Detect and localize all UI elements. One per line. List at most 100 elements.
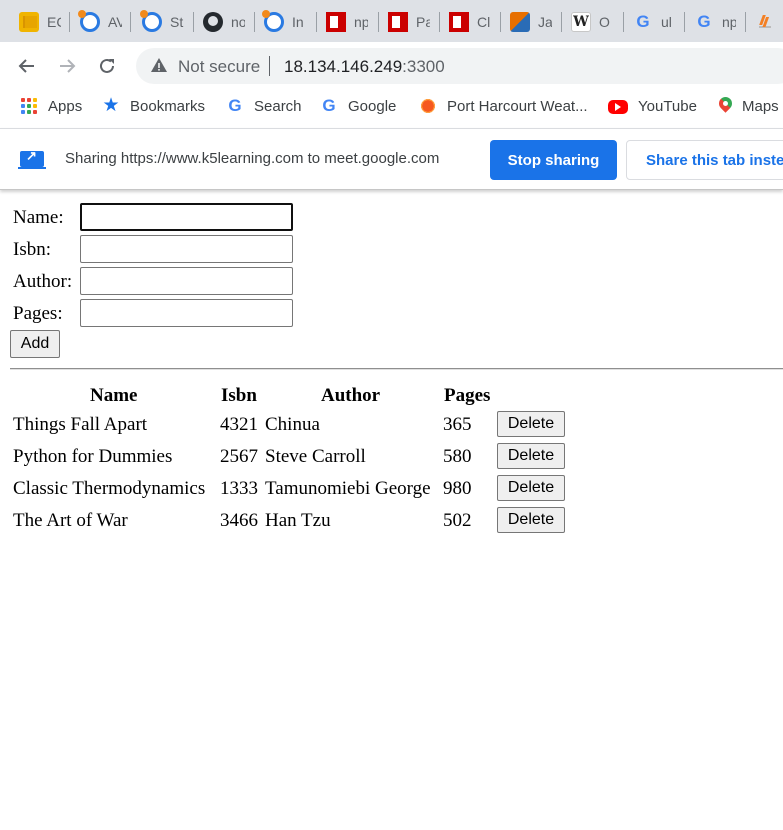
tab-title: EC bbox=[47, 14, 61, 30]
book-name-cell: The Art of War bbox=[13, 510, 128, 531]
column-header-isbn: Isbn bbox=[221, 385, 257, 406]
tab-av[interactable]: AV bbox=[70, 8, 122, 36]
url-text[interactable]: 18.134.146.249:3300 bbox=[284, 57, 445, 77]
tab-google-1[interactable]: G ul bbox=[623, 8, 675, 36]
delete-button[interactable]: Delete bbox=[497, 507, 565, 533]
pages-input[interactable] bbox=[80, 299, 293, 327]
book-pages-cell: 580 bbox=[443, 446, 472, 467]
column-header-author: Author bbox=[321, 385, 381, 406]
pages-label: Pages: bbox=[13, 303, 63, 324]
bookmark-google[interactable]: G Google bbox=[320, 96, 396, 116]
screen-share-icon bbox=[18, 148, 46, 169]
book-isbn-cell: 1333 bbox=[220, 478, 258, 499]
wikipedia-icon: W bbox=[571, 12, 591, 32]
tab-ec[interactable]: EC bbox=[9, 8, 61, 36]
bookmark-label: Bookmarks bbox=[130, 97, 206, 115]
bookmark-bookmarks[interactable]: ★ Bookmarks bbox=[102, 96, 205, 116]
tab-google-2[interactable]: G np bbox=[684, 8, 736, 36]
bookmark-label: YouTube bbox=[638, 97, 697, 115]
tab-in[interactable]: In bbox=[254, 8, 306, 36]
book-isbn-cell: 3466 bbox=[220, 510, 258, 531]
url-port: :3300 bbox=[402, 57, 445, 76]
tab-npm-2[interactable]: Pa bbox=[378, 8, 430, 36]
book-author-cell: Chinua bbox=[265, 414, 320, 435]
tab-title: Cl bbox=[477, 14, 491, 30]
npm-icon bbox=[449, 12, 469, 32]
book-isbn-cell: 2567 bbox=[220, 446, 258, 467]
bookmark-label: Google bbox=[348, 97, 397, 115]
column-header-pages: Pages bbox=[444, 385, 491, 406]
bookmark-maps[interactable]: Maps bbox=[718, 96, 779, 116]
tab-separator bbox=[130, 12, 131, 32]
tab-sharing-bar: Sharing https://www.k5learning.com to me… bbox=[0, 128, 783, 190]
tab-stackoverflow[interactable] bbox=[745, 8, 775, 36]
name-input[interactable] bbox=[80, 203, 293, 231]
book-pages-cell: 365 bbox=[443, 414, 472, 435]
author-input[interactable] bbox=[80, 267, 293, 295]
bookmarks-star-icon: ★ bbox=[102, 95, 120, 116]
tab-npm-3[interactable]: Cl bbox=[439, 8, 491, 36]
tab-title: Ja bbox=[538, 14, 552, 30]
book-pages-cell: 502 bbox=[443, 510, 472, 531]
tab-title: O bbox=[599, 14, 610, 30]
github-icon bbox=[203, 12, 223, 32]
tab-java[interactable]: Ja bbox=[500, 8, 552, 36]
isbn-input[interactable] bbox=[80, 235, 293, 263]
book-name-cell: Classic Thermodynamics bbox=[13, 478, 206, 499]
delete-button[interactable]: Delete bbox=[497, 475, 565, 501]
book-author-cell: Steve Carroll bbox=[265, 446, 366, 467]
java-icon bbox=[510, 12, 530, 32]
google-icon: G bbox=[228, 96, 242, 115]
sharing-message: Sharing https://www.k5learning.com to me… bbox=[65, 150, 440, 167]
reload-icon[interactable] bbox=[92, 51, 122, 81]
ubuntu-icon bbox=[140, 10, 162, 32]
book-isbn-cell: 4321 bbox=[220, 414, 258, 435]
youtube-icon bbox=[608, 100, 628, 114]
ubuntu-icon bbox=[262, 10, 284, 32]
bookmark-weather[interactable]: Port Harcourt Weat... bbox=[419, 96, 588, 116]
share-this-tab-button[interactable]: Share this tab instead bbox=[626, 140, 783, 180]
bookmark-apps[interactable]: Apps bbox=[20, 96, 82, 116]
tab-title: np bbox=[354, 14, 368, 30]
add-button[interactable]: Add bbox=[10, 330, 60, 358]
back-arrow-icon[interactable] bbox=[12, 51, 42, 81]
author-label: Author: bbox=[13, 271, 73, 292]
bookmark-label: Port Harcourt Weat... bbox=[447, 97, 588, 115]
bookmark-search[interactable]: G Search bbox=[226, 96, 301, 116]
tab-strip: EC AV St no In np Pa Cl Ja W O bbox=[0, 0, 783, 42]
warning-triangle-icon[interactable] bbox=[150, 56, 168, 74]
address-bar[interactable]: Not secure 18.134.146.249:3300 bbox=[136, 48, 783, 84]
isbn-label: Isbn: bbox=[13, 239, 51, 260]
bookmarks-bar: Apps ★ Bookmarks G Search G Google Port … bbox=[0, 88, 783, 124]
security-label[interactable]: Not secure bbox=[178, 57, 260, 77]
bookmark-label: Maps bbox=[742, 97, 779, 115]
maps-pin-icon bbox=[718, 97, 732, 115]
tab-st[interactable]: St bbox=[132, 8, 184, 36]
tab-wikipedia[interactable]: W O bbox=[561, 8, 613, 36]
book-name-cell: Things Fall Apart bbox=[13, 414, 148, 435]
ubuntu-icon bbox=[78, 10, 100, 32]
delete-button[interactable]: Delete bbox=[497, 443, 565, 469]
npm-icon bbox=[388, 12, 408, 32]
aws-box-icon bbox=[19, 12, 39, 32]
browser-toolbar: Not secure 18.134.146.249:3300 bbox=[0, 42, 783, 88]
forward-arrow-icon[interactable] bbox=[52, 51, 82, 81]
column-header-name: Name bbox=[90, 385, 138, 406]
bookmark-label: Apps bbox=[48, 97, 83, 115]
delete-button[interactable]: Delete bbox=[497, 411, 565, 437]
tab-github[interactable]: no bbox=[193, 8, 245, 36]
apps-icon bbox=[20, 97, 38, 115]
book-pages-cell: 980 bbox=[443, 478, 472, 499]
book-author-cell: Han Tzu bbox=[265, 510, 331, 531]
tab-title: no bbox=[231, 14, 245, 30]
tab-title: In bbox=[292, 14, 304, 30]
google-icon: G bbox=[697, 12, 711, 31]
tab-title: AV bbox=[108, 14, 122, 30]
name-label: Name: bbox=[13, 207, 64, 228]
tab-npm-1[interactable]: np bbox=[316, 8, 368, 36]
stop-sharing-button[interactable]: Stop sharing bbox=[490, 140, 617, 180]
address-divider bbox=[269, 56, 270, 76]
google-icon: G bbox=[636, 12, 650, 31]
stackoverflow-icon bbox=[755, 12, 775, 32]
bookmark-youtube[interactable]: YouTube bbox=[608, 96, 697, 116]
